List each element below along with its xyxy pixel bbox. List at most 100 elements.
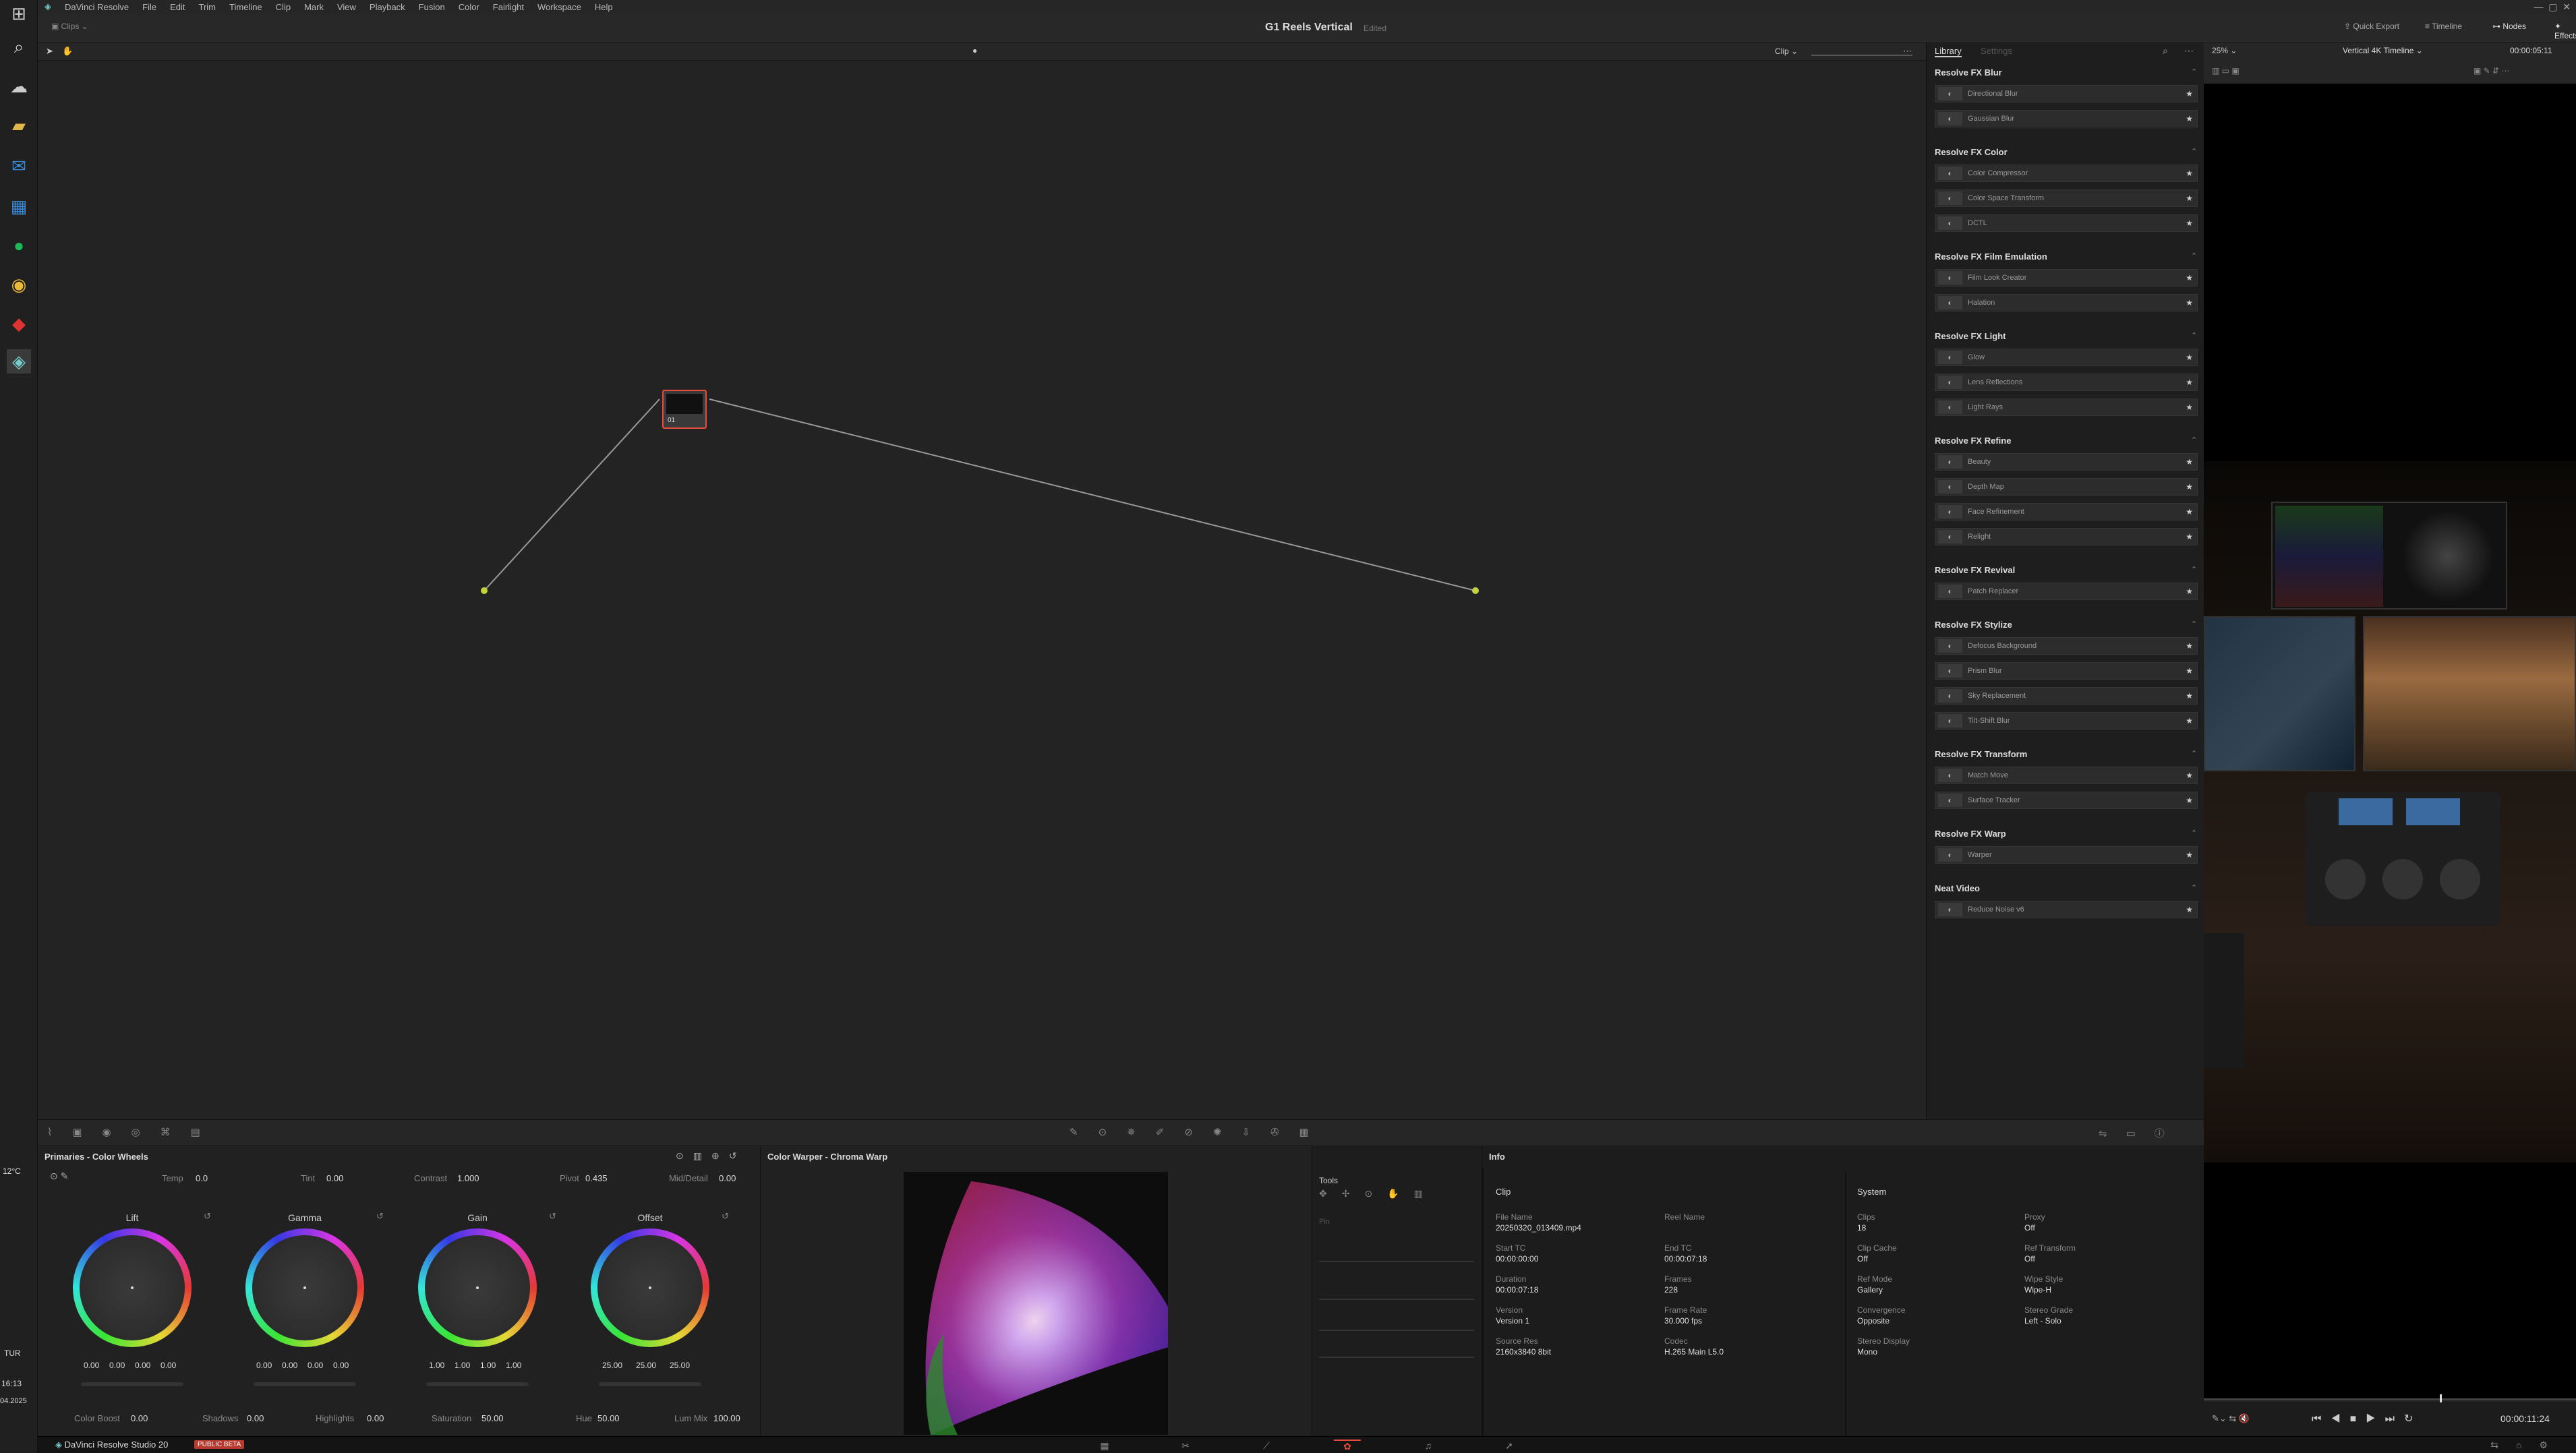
library-effect-item[interactable]: ◐ Depth Map ★: [1935, 478, 2198, 496]
favorite-star-icon[interactable]: ★: [2186, 457, 2193, 467]
menu-color[interactable]: Color: [452, 2, 486, 12]
palette-icons-center[interactable]: ✎⊙✵✐⊘✺⇩✇▦: [1070, 1126, 1329, 1138]
collapse-chevron-icon[interactable]: ⌃: [2191, 829, 2197, 837]
search-icon[interactable]: ⌕: [2163, 45, 2168, 57]
wheel-value[interactable]: 0.00: [256, 1361, 272, 1370]
effects-button[interactable]: ✦ Effects: [2554, 22, 2576, 40]
app-icon[interactable]: ◆: [7, 312, 31, 336]
library-effect-item[interactable]: ◐ Light Rays ★: [1935, 398, 2198, 416]
library-effect-item[interactable]: ◐ Halation ★: [1935, 294, 2198, 312]
viewer-layout-icons[interactable]: ▥ ▭ ▣: [2212, 66, 2240, 76]
menu-mark[interactable]: Mark: [297, 2, 330, 12]
collapse-chevron-icon[interactable]: ⌃: [2191, 883, 2197, 892]
lummix-value[interactable]: 100.00: [713, 1413, 740, 1423]
zoom-slider[interactable]: [1811, 47, 1912, 56]
cut-page-icon[interactable]: ✂: [1172, 1440, 1199, 1452]
favorite-star-icon[interactable]: ★: [2186, 89, 2193, 98]
collapse-chevron-icon[interactable]: ⌃: [2191, 331, 2197, 340]
outlook-icon[interactable]: ✉: [7, 154, 31, 178]
shadows-value[interactable]: 0.00: [247, 1413, 264, 1423]
library-section-title[interactable]: Resolve FX Revival: [1935, 565, 2015, 575]
menu-workspace[interactable]: Workspace: [531, 2, 588, 12]
viewer-tool-icons[interactable]: ▣ ✎ ⇵ ⋯: [2473, 66, 2509, 76]
windows-start-icon[interactable]: ⊞: [7, 1, 31, 26]
favorite-star-icon[interactable]: ★: [2186, 298, 2193, 307]
favorite-star-icon[interactable]: ★: [2186, 666, 2193, 676]
viewer-canvas[interactable]: [2204, 84, 2576, 1404]
library-effect-item[interactable]: ◐ Patch Replacer ★: [1935, 583, 2198, 600]
viewer-tools-icons[interactable]: ✎⌄ ⇆ 🔇: [2212, 1413, 2250, 1424]
library-effect-item[interactable]: ◐ Relight ★: [1935, 528, 2198, 545]
library-effect-item[interactable]: ◐ DCTL ★: [1935, 214, 2198, 232]
library-section-title[interactable]: Resolve FX Refine: [1935, 436, 2011, 446]
wheel-value[interactable]: 0.00: [282, 1361, 297, 1370]
deliver-page-icon[interactable]: ➚: [1496, 1440, 1523, 1452]
reset-wheel-icon[interactable]: ↺: [376, 1211, 384, 1222]
menu-file[interactable]: File: [136, 2, 163, 12]
menu-edit[interactable]: Edit: [163, 2, 192, 12]
favorite-star-icon[interactable]: ★: [2186, 905, 2193, 914]
reset-wheel-icon[interactable]: ↺: [204, 1211, 211, 1222]
color-wheel[interactable]: [418, 1228, 537, 1347]
library-effect-item[interactable]: ◐ Gaussian Blur ★: [1935, 110, 2198, 127]
reset-wheel-icon[interactable]: ↺: [722, 1211, 729, 1222]
library-effect-item[interactable]: ◐ Sky Replacement ★: [1935, 687, 2198, 705]
collapse-chevron-icon[interactable]: ⌃: [2191, 67, 2197, 76]
menu-playback[interactable]: Playback: [363, 2, 412, 12]
cloud-app-icon[interactable]: ☁: [7, 74, 31, 98]
clips-toggle[interactable]: ▣ Clips ⌄: [51, 22, 88, 31]
colorboost-value[interactable]: 0.00: [131, 1413, 148, 1423]
library-effect-item[interactable]: ◐ Match Move ★: [1935, 767, 2198, 784]
chroma-warp-grid[interactable]: [904, 1172, 1168, 1435]
collapse-chevron-icon[interactable]: ⌃: [2191, 565, 2197, 574]
temp-value[interactable]: 0.0: [196, 1173, 208, 1183]
saturation-value[interactable]: 50.00: [481, 1413, 504, 1423]
favorite-star-icon[interactable]: ★: [2186, 353, 2193, 362]
menu-fairlight[interactable]: Fairlight: [486, 2, 531, 12]
zoom-dropdown[interactable]: 25% ⌄: [2212, 46, 2237, 55]
library-effect-item[interactable]: ◐ Directional Blur ★: [1935, 85, 2198, 102]
library-effect-item[interactable]: ◐ Color Space Transform ★: [1935, 189, 2198, 207]
favorite-star-icon[interactable]: ★: [2186, 378, 2193, 387]
tab-library[interactable]: Library: [1935, 46, 1962, 57]
favorite-star-icon[interactable]: ★: [2186, 403, 2193, 412]
favorite-star-icon[interactable]: ★: [2186, 169, 2193, 178]
menu-app[interactable]: DaVinci Resolve: [58, 2, 136, 12]
wheel-value[interactable]: 0.00: [160, 1361, 176, 1370]
favorite-star-icon[interactable]: ★: [2186, 114, 2193, 123]
search-icon[interactable]: ⌕: [7, 35, 31, 59]
quick-export-button[interactable]: ⇪ Quick Export: [2344, 22, 2399, 31]
master-wheel-slider[interactable]: [254, 1382, 356, 1386]
library-section-title[interactable]: Resolve FX Stylize: [1935, 620, 2012, 630]
davinci-resolve-icon[interactable]: ◈: [7, 349, 31, 374]
library-effect-item[interactable]: ◐ Surface Tracker ★: [1935, 792, 2198, 809]
color-page-icon[interactable]: ✿: [1334, 1440, 1361, 1452]
calendar-icon[interactable]: ▦: [7, 194, 31, 218]
wheel-value[interactable]: 1.00: [429, 1361, 444, 1370]
favorite-star-icon[interactable]: ★: [2186, 716, 2193, 725]
transport-controls[interactable]: ⏮◀■▶⏭↻: [2312, 1412, 2422, 1425]
favorite-star-icon[interactable]: ★: [2186, 691, 2193, 701]
spotify-icon[interactable]: ●: [7, 233, 31, 258]
palette-icons-right[interactable]: ⇋▭ⓘ: [2099, 1126, 2184, 1140]
collapse-chevron-icon[interactable]: ⌃: [2191, 436, 2197, 444]
hue-value[interactable]: 50.00: [597, 1413, 620, 1423]
highlights-value[interactable]: 0.00: [367, 1413, 384, 1423]
collapse-chevron-icon[interactable]: ⌃: [2191, 147, 2197, 156]
library-effect-item[interactable]: ◐ Tilt-Shift Blur ★: [1935, 712, 2198, 730]
wheel-value[interactable]: 1.00: [506, 1361, 521, 1370]
tab-settings[interactable]: Settings: [1981, 46, 2012, 56]
auto-balance-icon[interactable]: ⊙ ✎: [50, 1170, 68, 1182]
favorite-star-icon[interactable]: ★: [2186, 796, 2193, 805]
favorite-star-icon[interactable]: ★: [2186, 273, 2193, 283]
edit-page-icon[interactable]: ⟋: [1253, 1440, 1280, 1452]
timeline-button[interactable]: ≡ Timeline: [2425, 22, 2462, 31]
library-effect-item[interactable]: ◐ Color Compressor ★: [1935, 165, 2198, 182]
library-effect-item[interactable]: ◐ Face Refinement ★: [1935, 503, 2198, 521]
library-effect-item[interactable]: ◐ Glow ★: [1935, 349, 2198, 366]
library-effect-item[interactable]: ◐ Prism Blur ★: [1935, 662, 2198, 680]
library-section-title[interactable]: Resolve FX Film Emulation: [1935, 251, 2047, 262]
library-effect-item[interactable]: ◐ Lens Reflections ★: [1935, 374, 2198, 391]
wheel-value[interactable]: 25.00: [602, 1361, 622, 1370]
hand-tool-icon[interactable]: ✋: [62, 46, 73, 57]
